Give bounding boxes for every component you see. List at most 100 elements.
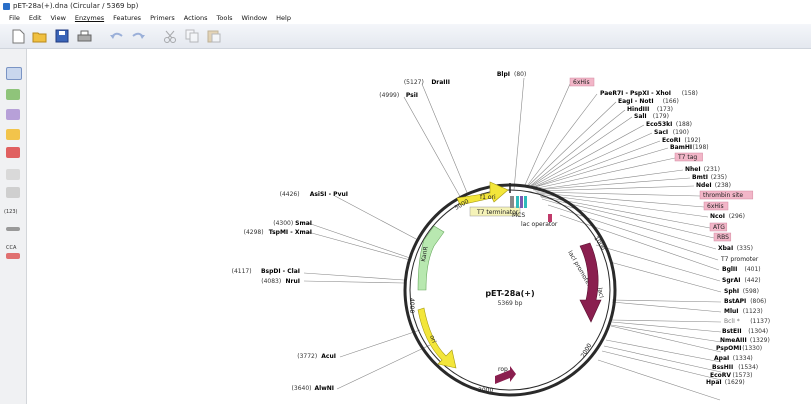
mcs-feature[interactable] xyxy=(510,196,527,208)
menu-file[interactable]: File xyxy=(9,14,20,22)
menu-view[interactable]: View xyxy=(50,14,65,22)
site-pos-right: (238) xyxy=(715,182,731,189)
menu-window[interactable]: Window xyxy=(242,14,268,22)
lac-operator-feature[interactable] xyxy=(548,214,552,222)
open-folder-button[interactable] xyxy=(32,28,48,44)
site-name-right[interactable]: PspOMI xyxy=(716,345,741,352)
site-name-right[interactable]: SgrAI xyxy=(722,277,740,284)
paste-button[interactable] xyxy=(206,28,222,44)
laci-feature[interactable] xyxy=(579,242,602,323)
feature-tag-label[interactable]: 6xHis xyxy=(707,203,724,210)
app-icon xyxy=(3,2,10,10)
site-pos-right: (598) xyxy=(743,288,759,295)
site-name-right[interactable]: XbaI xyxy=(718,245,733,252)
feature-tool-button[interactable] xyxy=(6,89,20,100)
menu-edit[interactable]: Edit xyxy=(29,14,42,22)
site-name-right[interactable]: BclI * xyxy=(724,318,740,325)
site-pos-right: (1330) xyxy=(742,345,762,352)
site-name-right[interactable]: HpaI xyxy=(706,379,722,386)
site-pos-right: (158) xyxy=(682,90,698,97)
site-name-right[interactable]: HindIII xyxy=(627,106,649,113)
tool-sidebar: (123) CCA xyxy=(0,49,27,404)
site-name-right[interactable]: BamHI xyxy=(670,144,692,151)
site-name-right[interactable]: SphI xyxy=(724,288,739,295)
feature-tag-label[interactable]: ATG xyxy=(713,224,725,231)
ruler-tool-button[interactable] xyxy=(6,187,20,198)
undo-button[interactable] xyxy=(108,28,124,44)
site-name-right[interactable]: MluI xyxy=(724,308,739,315)
floppy-disk-icon xyxy=(55,29,69,43)
site-name-right[interactable]: NcoI xyxy=(710,213,725,220)
site-name-right[interactable]: EcoRI xyxy=(662,137,681,144)
copy-button[interactable] xyxy=(184,28,200,44)
tick-3000: 3000 xyxy=(478,387,493,394)
site-name-right[interactable]: BstEII xyxy=(722,328,742,335)
menu-primers[interactable]: Primers xyxy=(150,14,175,22)
primer-tool-button[interactable] xyxy=(6,147,20,158)
site-name-right[interactable]: NmeAIII xyxy=(720,337,747,344)
site-name-left[interactable]: PsiI xyxy=(406,92,418,99)
site-name-right[interactable]: NheI xyxy=(685,166,701,173)
save-button[interactable] xyxy=(54,28,70,44)
feature-tag-label[interactable]: T7 tag xyxy=(677,154,697,161)
feature-tag-label[interactable]: T7 promoter xyxy=(720,256,759,263)
lac-operator-label: lac operator xyxy=(521,221,558,228)
tick-4000: 4000 xyxy=(408,298,415,313)
site-name-left[interactable]: BspDI - ClaI xyxy=(261,268,300,275)
site-name-left[interactable]: NruI xyxy=(286,278,300,285)
site-name-right[interactable]: BssHII xyxy=(712,364,733,371)
site-name-left[interactable]: TspMI - XmaI xyxy=(269,229,312,236)
site-name-left[interactable]: AlwNI xyxy=(315,385,335,392)
new-file-button[interactable] xyxy=(10,28,26,44)
window-title: pET-28a(+).dna (Circular / 5369 bp) xyxy=(13,2,139,10)
site-name-right[interactable]: Eco53kI xyxy=(646,121,672,128)
feature-tag-label[interactable]: thrombin site xyxy=(703,192,743,199)
menu-features[interactable]: Features xyxy=(113,14,141,22)
menu-actions[interactable]: Actions xyxy=(184,14,208,22)
site-name-left[interactable]: SmaI xyxy=(295,220,312,227)
site-name-left[interactable]: AcuI xyxy=(321,353,336,360)
translation-tool-button[interactable] xyxy=(6,253,20,259)
menu-enzymes[interactable]: Enzymes xyxy=(75,14,104,22)
site-name-top[interactable]: BlpI xyxy=(497,71,510,78)
site-pos-right: (806) xyxy=(750,298,766,305)
pencil-tool-button[interactable] xyxy=(6,169,20,180)
menu-tools[interactable]: Tools xyxy=(217,14,233,22)
print-button[interactable] xyxy=(76,28,92,44)
feature-tag-label[interactable]: RBS xyxy=(717,234,729,241)
site-pos-right: (192) xyxy=(685,137,701,144)
site-pos-right: (235) xyxy=(711,174,727,181)
plasmid-map[interactable]: f1 ori T7 terminator MCS lac operator la… xyxy=(27,49,811,404)
count-label: (123) xyxy=(4,209,18,215)
site-pos-left: (4083) xyxy=(261,278,281,285)
copy-icon xyxy=(185,29,199,43)
scissors-icon xyxy=(164,30,176,43)
site-name-left[interactable]: DraIII xyxy=(431,79,450,86)
site-pos-right: (335) xyxy=(737,245,753,252)
printer-icon xyxy=(77,30,91,41)
site-name-right[interactable]: NdeI xyxy=(696,182,712,189)
site-name-right[interactable]: BmtI xyxy=(692,174,708,181)
site-name-right[interactable]: EagI - NotI xyxy=(618,98,654,105)
translation-label: CCA xyxy=(6,245,17,251)
site-name-right[interactable]: ApaI xyxy=(714,355,729,362)
site-name-right[interactable]: BglII xyxy=(722,266,737,273)
new-file-icon xyxy=(12,29,24,43)
site-name-left[interactable]: AsiSI - PvuI xyxy=(310,191,348,198)
site-pos-right: (198) xyxy=(693,144,709,151)
site-name-right[interactable]: EcoRV xyxy=(710,372,731,379)
site-name-right[interactable]: PaeR7I - PspXI - XhoI xyxy=(600,90,671,97)
feature-tag-label[interactable]: 6xHis xyxy=(573,79,590,86)
menu-help[interactable]: Help xyxy=(276,14,291,22)
select-tool-button[interactable] xyxy=(6,67,22,80)
site-name-right[interactable]: SalI xyxy=(634,113,647,120)
enzyme-tool-button[interactable] xyxy=(6,129,20,140)
redo-button[interactable] xyxy=(130,28,146,44)
sequence-tool-button[interactable] xyxy=(6,109,20,120)
site-name-right[interactable]: BstAPI xyxy=(724,298,746,305)
site-name-right[interactable]: SacI xyxy=(654,129,668,136)
cut-button[interactable] xyxy=(162,28,178,44)
left-leader-lines xyxy=(303,83,469,390)
site-pos-left: (5127) xyxy=(404,79,424,86)
line-tool-button[interactable] xyxy=(6,227,20,231)
